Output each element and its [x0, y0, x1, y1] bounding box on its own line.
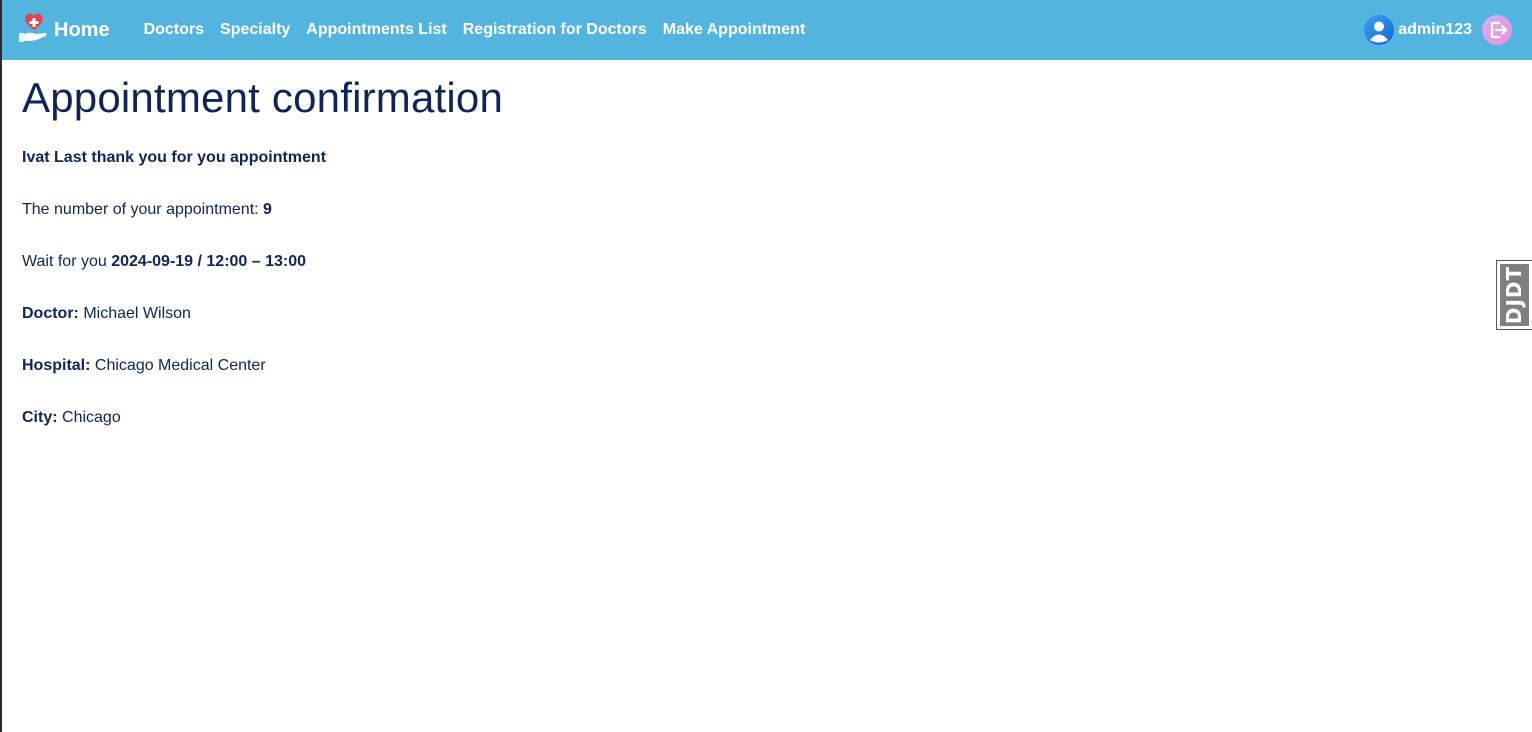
appointment-number-value: 9 — [263, 201, 272, 218]
navbar: Home Doctors Specialty Appointments List… — [2, 0, 1532, 60]
hospital-row: Hospital: Chicago Medical Center — [22, 356, 266, 376]
debug-toolbar-handle-inner: DJDT — [1500, 264, 1529, 326]
thanks-message: Ivat Last thank you for you appointment — [22, 149, 327, 166]
appointment-number-label: The number of your appointment: — [22, 201, 259, 218]
nav-specialty[interactable]: Specialty — [220, 21, 290, 39]
city-row: City: Chicago — [22, 408, 121, 428]
home-label: Home — [54, 18, 110, 41]
doctor-row: Doctor: Michael Wilson — [22, 304, 191, 324]
wait-row: Wait for you 2024-09-19 / 12:00 – 13:00 — [22, 252, 306, 272]
logout-icon[interactable] — [1482, 15, 1512, 45]
page-title: Appointment confirmation — [22, 74, 504, 121]
home-link[interactable]: Home — [16, 13, 110, 45]
city-value: Chicago — [62, 409, 121, 426]
debug-toolbar-handle[interactable]: DJDT — [1496, 260, 1532, 330]
hospital-label: Hospital: — [22, 357, 91, 374]
heart-hand-icon — [16, 9, 52, 45]
username[interactable]: admin123 — [1398, 21, 1472, 39]
appointment-number-row: The number of your appointment: 9 — [22, 200, 272, 220]
wait-label: Wait for you — [22, 253, 107, 270]
main-content: Appointment confirmation Ivat Last thank… — [22, 60, 1422, 426]
city-label: City: — [22, 409, 58, 426]
nav-doctors[interactable]: Doctors — [144, 21, 204, 39]
hospital-value: Chicago Medical Center — [94, 357, 266, 374]
doctor-value: Michael Wilson — [83, 305, 191, 322]
nav-make-appointment[interactable]: Make Appointment — [663, 21, 806, 39]
debug-toolbar-label: DJDT — [1502, 265, 1527, 325]
user-menu: admin123 — [1364, 0, 1512, 60]
doctor-label: Doctor: — [22, 305, 79, 322]
nav-links: Doctors Specialty Appointments List Regi… — [144, 21, 822, 39]
nav-appointments-list[interactable]: Appointments List — [306, 21, 446, 39]
wait-datetime: 2024-09-19 / 12:00 – 13:00 — [111, 253, 307, 270]
app-frame: Home Doctors Specialty Appointments List… — [0, 0, 1532, 732]
user-avatar-icon[interactable] — [1364, 15, 1395, 45]
nav-registration-for-doctors[interactable]: Registration for Doctors — [463, 21, 647, 39]
